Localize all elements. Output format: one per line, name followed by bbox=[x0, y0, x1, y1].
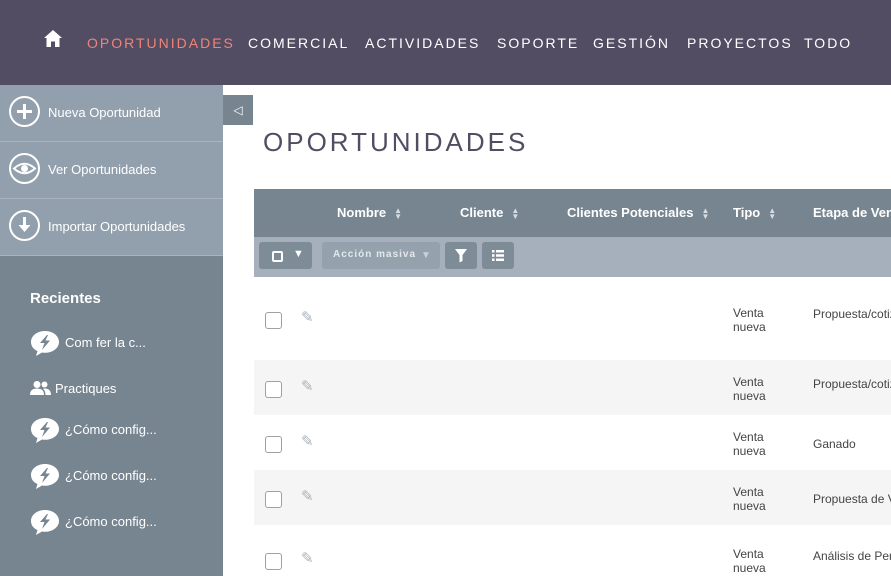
sidebar: Nueva Oportunidad Ver Oportunidades Impo… bbox=[0, 85, 223, 576]
table-row: ✎ Ventanueva Propuesta/cotización bbox=[254, 360, 891, 415]
view-opportunities-label: Ver Oportunidades bbox=[48, 162, 157, 177]
column-chooser-icon bbox=[492, 250, 504, 261]
top-navigation-bar: OPORTUNIDADES COMERCIAL ACTIVIDADES SOPO… bbox=[0, 0, 891, 85]
users-icon bbox=[30, 381, 51, 395]
list-toolbar: ▼ Acción masiva ▼ bbox=[254, 237, 891, 277]
column-header-clientes-potenciales[interactable]: Clientes Potenciales ▲ ▼ bbox=[567, 205, 709, 220]
nav-gestion[interactable]: GESTIÓN bbox=[593, 35, 670, 51]
new-opportunity-action[interactable]: Nueva Oportunidad bbox=[0, 85, 223, 142]
column-header-label: Clientes Potenciales bbox=[567, 205, 694, 220]
import-opportunities-action[interactable]: Importar Oportunidades bbox=[0, 199, 223, 256]
tipo-line: nueva bbox=[733, 320, 766, 334]
case-icon bbox=[31, 331, 59, 356]
recent-item-label: ¿Cómo config... bbox=[65, 422, 157, 437]
case-icon bbox=[31, 510, 59, 535]
tipo-cell: Venta nueva bbox=[733, 375, 766, 403]
nav-proyectos[interactable]: PROYECTOS bbox=[687, 35, 793, 51]
page-title: OPORTUNIDADES bbox=[263, 127, 529, 157]
recent-item-label: ¿Cómo config... bbox=[65, 468, 157, 483]
edit-icon[interactable]: ✎ bbox=[301, 549, 314, 567]
case-icon bbox=[31, 464, 59, 489]
edit-icon[interactable]: ✎ bbox=[301, 487, 314, 505]
tipo-line: Venta bbox=[733, 430, 764, 444]
column-header-label: Nombre bbox=[337, 205, 387, 220]
column-header-tipo[interactable]: Tipo ▲ ▼ bbox=[733, 205, 776, 220]
table-row: ✎ Ventanueva Propuesta/cotización bbox=[254, 277, 891, 360]
eye-icon bbox=[9, 153, 40, 184]
column-chooser-button[interactable] bbox=[482, 242, 514, 269]
sort-icon: ▲ ▼ bbox=[768, 205, 777, 221]
collapse-sidebar-button[interactable]: ◁ bbox=[223, 95, 253, 125]
tipo-line: nueva bbox=[733, 389, 766, 403]
etapa-cell: Propuesta/cotización bbox=[813, 307, 891, 321]
download-icon bbox=[9, 210, 40, 241]
bulk-action-button[interactable]: Acción masiva ▼ bbox=[322, 242, 440, 269]
nav-comercial[interactable]: COMERCIAL bbox=[248, 35, 349, 51]
tipo-cell: Venta nueva bbox=[733, 430, 766, 458]
etapa-cell: Ganado bbox=[813, 437, 856, 451]
tipo-line: nueva bbox=[733, 561, 766, 575]
recent-title: Recientes bbox=[30, 290, 101, 307]
row-checkbox[interactable] bbox=[265, 381, 282, 398]
nav-todo[interactable]: TODO bbox=[804, 35, 852, 51]
import-opportunities-label: Importar Oportunidades bbox=[48, 219, 186, 234]
tipo-cell: Venta nueva bbox=[733, 306, 766, 334]
table-header: Nombre ▲ ▼ Cliente ▲ ▼ Clientes Potenciales ▲… bbox=[254, 189, 891, 237]
recent-item-label: Practiques bbox=[55, 381, 117, 396]
recent-item-label: ¿Cómo config... bbox=[65, 514, 157, 529]
nav-soporte[interactable]: SOPORTE bbox=[497, 35, 579, 51]
tipo-cell: Venta nueva bbox=[733, 547, 766, 575]
tipo-line: nueva bbox=[733, 499, 766, 513]
nav-actividades[interactable]: ACTIVIDADES bbox=[365, 35, 480, 51]
column-header-label: Cliente bbox=[460, 205, 504, 220]
plus-circle-icon bbox=[9, 96, 40, 127]
column-header-etapa-de-venta[interactable]: Etapa de Venta bbox=[813, 205, 891, 220]
sort-icon: ▲ ▼ bbox=[394, 205, 403, 221]
edit-icon[interactable]: ✎ bbox=[301, 377, 314, 395]
table-row: ✎ Venta nueva Ganado bbox=[254, 415, 891, 470]
home-icon[interactable] bbox=[42, 28, 64, 50]
sort-icon: ▲ ▼ bbox=[701, 205, 710, 221]
new-opportunity-label: Nueva Oportunidad bbox=[48, 105, 161, 120]
etapa-cell: Propuesta/cotización bbox=[813, 377, 891, 391]
table-row: ✎ Ventanueva Propuesta de Valor bbox=[254, 470, 891, 525]
recent-item-label: Com fer la c... bbox=[65, 335, 146, 350]
checkbox-icon bbox=[272, 251, 283, 262]
row-checkbox[interactable] bbox=[265, 436, 282, 453]
filter-button[interactable] bbox=[445, 242, 477, 269]
view-opportunities-action[interactable]: Ver Oportunidades bbox=[0, 142, 223, 199]
bulk-action-label: Acción masiva bbox=[333, 249, 417, 260]
sort-icon: ▲ ▼ bbox=[511, 205, 520, 221]
column-header-label: Etapa de Venta bbox=[813, 205, 891, 220]
etapa-cell: Análisis de Percepción bbox=[813, 549, 891, 563]
column-header-label: Tipo bbox=[733, 205, 761, 220]
column-header-nombre[interactable]: Nombre ▲ ▼ bbox=[337, 205, 402, 220]
tipo-line: Venta bbox=[733, 306, 764, 320]
edit-icon[interactable]: ✎ bbox=[301, 432, 314, 450]
nav-oportunidades[interactable]: OPORTUNIDADES bbox=[87, 35, 235, 51]
tipo-line: Venta bbox=[733, 375, 764, 389]
table-row: ✎ Ventanueva Análisis de Percepción bbox=[254, 525, 891, 576]
tipo-line: nueva bbox=[733, 444, 766, 458]
case-icon bbox=[31, 418, 59, 443]
row-checkbox[interactable] bbox=[265, 491, 282, 508]
select-all-dropdown[interactable]: ▼ bbox=[259, 242, 312, 269]
tipo-cell: Venta nueva bbox=[733, 485, 766, 513]
row-checkbox[interactable] bbox=[265, 312, 282, 329]
chevron-down-icon: ▼ bbox=[421, 250, 431, 261]
column-header-cliente[interactable]: Cliente ▲ ▼ bbox=[460, 205, 519, 220]
tipo-line: Venta bbox=[733, 547, 764, 561]
filter-icon bbox=[455, 249, 467, 263]
chevron-down-icon: ▼ bbox=[293, 248, 304, 260]
edit-icon[interactable]: ✎ bbox=[301, 308, 314, 326]
tipo-line: Venta bbox=[733, 485, 764, 499]
row-checkbox[interactable] bbox=[265, 553, 282, 570]
etapa-cell: Propuesta de Valor bbox=[813, 492, 891, 506]
